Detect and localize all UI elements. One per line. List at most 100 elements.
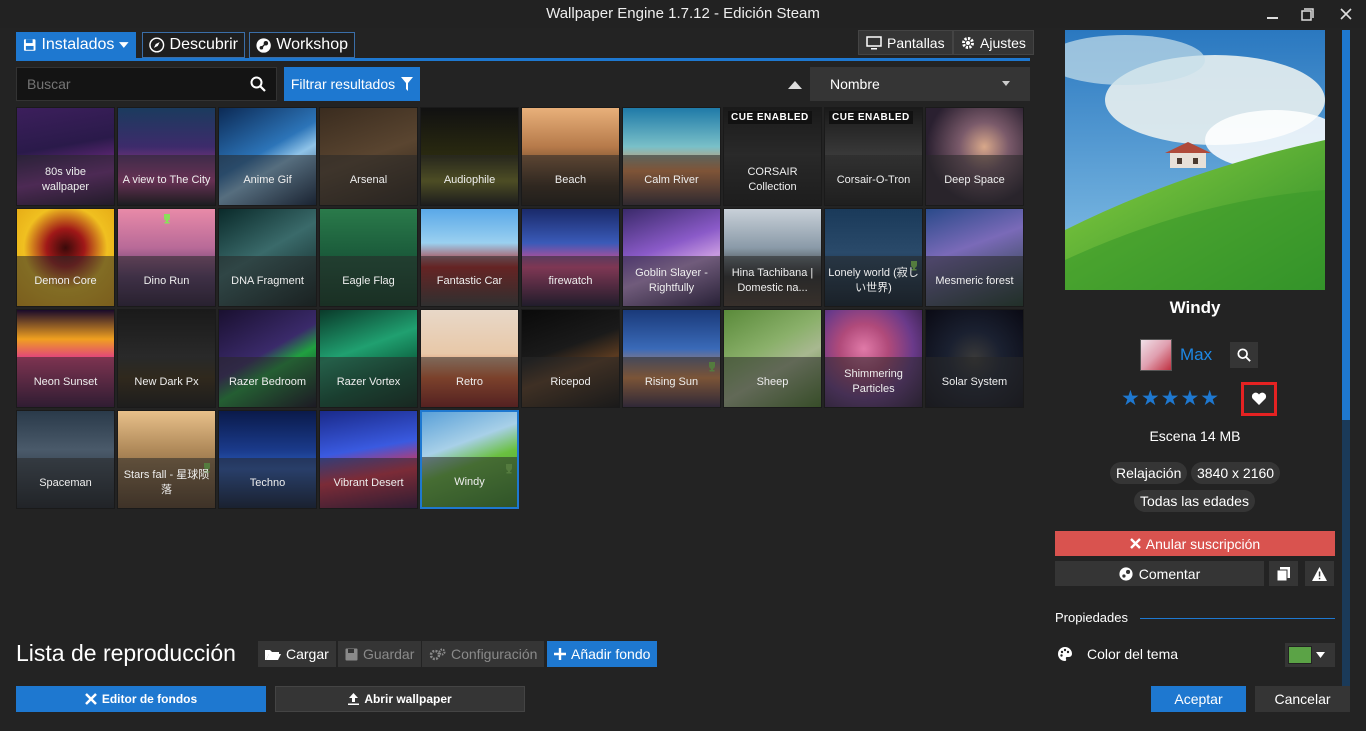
minimize-icon xyxy=(1266,17,1278,19)
wallpaper-tile[interactable]: Dino Run xyxy=(117,208,216,307)
wallpaper-tile[interactable]: Neon Sunset xyxy=(16,309,115,408)
wallpaper-tile[interactable]: Deep Space xyxy=(925,107,1024,206)
theme-color-picker[interactable] xyxy=(1285,643,1335,667)
wallpaper-tile-label: Eagle Flag xyxy=(320,256,417,306)
add-label: Añadir fondo xyxy=(571,646,651,662)
wallpaper-tile[interactable]: Techno xyxy=(218,410,317,509)
title-bar: Wallpaper Engine 1.7.12 - Edición Steam xyxy=(0,0,1366,28)
settings-button[interactable]: Ajustes xyxy=(953,30,1034,55)
sort-direction-icon[interactable] xyxy=(786,78,804,92)
age-rating-chip[interactable]: Todas las edades xyxy=(1134,490,1255,512)
search-author-button[interactable] xyxy=(1230,342,1259,368)
load-playlist-button[interactable]: Cargar xyxy=(258,641,336,667)
scrollbar-thumb[interactable] xyxy=(1342,30,1350,420)
tab-workshop[interactable]: Workshop xyxy=(249,32,355,58)
wallpaper-tile[interactable]: Arsenal xyxy=(319,107,418,206)
wallpaper-tile[interactable]: Sheep xyxy=(723,309,822,408)
wallpaper-tile[interactable]: Spaceman xyxy=(16,410,115,509)
chevron-down-icon xyxy=(1002,81,1010,86)
wallpaper-tile[interactable]: CUE ENABLED Corsair-O-Tron xyxy=(824,107,923,206)
avatar[interactable] xyxy=(1140,339,1172,371)
wallpaper-tile[interactable]: Shimmering Particles xyxy=(824,309,923,408)
close-window-button[interactable] xyxy=(1331,2,1361,26)
open-wallpaper-button[interactable]: Abrir wallpaper xyxy=(275,686,525,712)
add-wallpaper-button[interactable]: Añadir fondo xyxy=(547,641,658,667)
wallpaper-tile[interactable]: Windy xyxy=(420,410,519,509)
search-input[interactable] xyxy=(27,76,250,92)
maximize-button[interactable] xyxy=(1292,2,1322,26)
steam-icon xyxy=(256,37,271,53)
playlist-title: Lista de reproducción xyxy=(16,640,236,666)
wallpaper-tile[interactable]: CUE ENABLED CORSAIR Collection xyxy=(723,107,822,206)
wallpaper-tile[interactable]: Eagle Flag xyxy=(319,208,418,307)
cue-enabled-badge: CUE ENABLED xyxy=(829,111,913,124)
search-icon[interactable] xyxy=(250,76,266,92)
wallpaper-tile[interactable]: Hina Tachibana | Domestic na... xyxy=(723,208,822,307)
wallpaper-tile[interactable]: Calm River xyxy=(622,107,721,206)
wallpaper-tile[interactable]: Retro xyxy=(420,309,519,408)
wallpaper-tile[interactable]: Ricepod xyxy=(521,309,620,408)
wallpaper-tile[interactable]: Goblin Slayer - Rightfully xyxy=(622,208,721,307)
report-button[interactable] xyxy=(1305,561,1334,586)
search-box xyxy=(16,67,277,101)
save-playlist-button[interactable]: Guardar xyxy=(338,641,422,667)
wallpaper-tile-label: Solar System xyxy=(926,357,1023,407)
wallpaper-tile-label: Stars fall - 星球陨落 xyxy=(118,458,215,508)
monitor-icon xyxy=(866,35,882,49)
wallpaper-tile[interactable]: Lonely world (寂しい世界) xyxy=(824,208,923,307)
tab-installed[interactable]: Instalados xyxy=(16,32,136,58)
copy-button[interactable] xyxy=(1269,561,1298,586)
cancel-button[interactable]: Cancelar xyxy=(1255,686,1350,712)
wallpaper-tile-label: Retro xyxy=(421,357,518,407)
close-icon xyxy=(1129,538,1141,549)
wallpaper-tile[interactable]: Anime Gif xyxy=(218,107,317,206)
wallpaper-tile[interactable]: 80s vibe wallpaper xyxy=(16,107,115,206)
wallpaper-tile[interactable]: Vibrant Desert xyxy=(319,410,418,509)
unsubscribe-button[interactable]: Anular suscripción xyxy=(1055,531,1335,556)
tab-label: Descubrir xyxy=(169,36,238,53)
sort-select[interactable]: Nombre xyxy=(810,67,1030,101)
gears-icon xyxy=(429,648,446,660)
color-swatch xyxy=(1288,646,1312,664)
wallpaper-tile[interactable]: Stars fall - 星球陨落 xyxy=(117,410,216,509)
wallpaper-tile[interactable]: A view to The City xyxy=(117,107,216,206)
wallpaper-editor-button[interactable]: Editor de fondos xyxy=(16,686,266,712)
filter-icon xyxy=(401,77,414,91)
accept-button[interactable]: Aceptar xyxy=(1151,686,1246,712)
unsubscribe-label: Anular suscripción xyxy=(1145,535,1261,552)
minimize-button[interactable] xyxy=(1257,2,1287,26)
wallpaper-tile-label: Techno xyxy=(219,458,316,508)
playlist-config-button[interactable]: Configuración xyxy=(422,641,545,667)
cue-enabled-badge: CUE ENABLED xyxy=(728,111,812,124)
tab-discover[interactable]: Descubrir xyxy=(142,32,245,58)
wallpaper-tile-label: Dino Run xyxy=(118,256,215,306)
wallpaper-tile[interactable]: Fantastic Car xyxy=(420,208,519,307)
displays-button[interactable]: Pantallas xyxy=(858,30,953,55)
favorite-button[interactable] xyxy=(1241,382,1277,416)
wallpaper-tile[interactable]: Demon Core xyxy=(16,208,115,307)
save-icon xyxy=(23,39,36,51)
wallpaper-tile[interactable]: Rising Sun xyxy=(622,309,721,408)
wallpaper-tile-label: Razer Vortex xyxy=(320,357,417,407)
wallpaper-tile[interactable]: Audiophile xyxy=(420,107,519,206)
author-name[interactable]: Max xyxy=(1180,345,1212,365)
wallpaper-tile-label: Anime Gif xyxy=(219,155,316,205)
wallpaper-tile[interactable]: Mesmeric forest xyxy=(925,208,1024,307)
save-label: Guardar xyxy=(363,646,415,662)
resolution-chip[interactable]: 3840 x 2160 xyxy=(1191,462,1281,484)
editor-label: Editor de fondos xyxy=(101,692,198,706)
wallpaper-tile[interactable]: firewatch xyxy=(521,208,620,307)
wallpaper-tile[interactable]: DNA Fragment xyxy=(218,208,317,307)
wallpaper-tile[interactable]: Razer Bedroom xyxy=(218,309,317,408)
tab-label: Instalados xyxy=(41,36,115,53)
tag-chip[interactable]: Relajación xyxy=(1110,462,1188,484)
wallpaper-tile[interactable]: Beach xyxy=(521,107,620,206)
wallpaper-tile-label: Rising Sun xyxy=(623,357,720,407)
properties-divider xyxy=(1140,618,1335,619)
wallpaper-tile[interactable]: Solar System xyxy=(925,309,1024,408)
warning-icon xyxy=(1312,566,1327,581)
filter-results-button[interactable]: Filtrar resultados xyxy=(284,67,420,101)
wallpaper-tile[interactable]: New Dark Px xyxy=(117,309,216,408)
wallpaper-tile[interactable]: Razer Vortex xyxy=(319,309,418,408)
comment-button[interactable]: Comentar xyxy=(1055,561,1264,586)
